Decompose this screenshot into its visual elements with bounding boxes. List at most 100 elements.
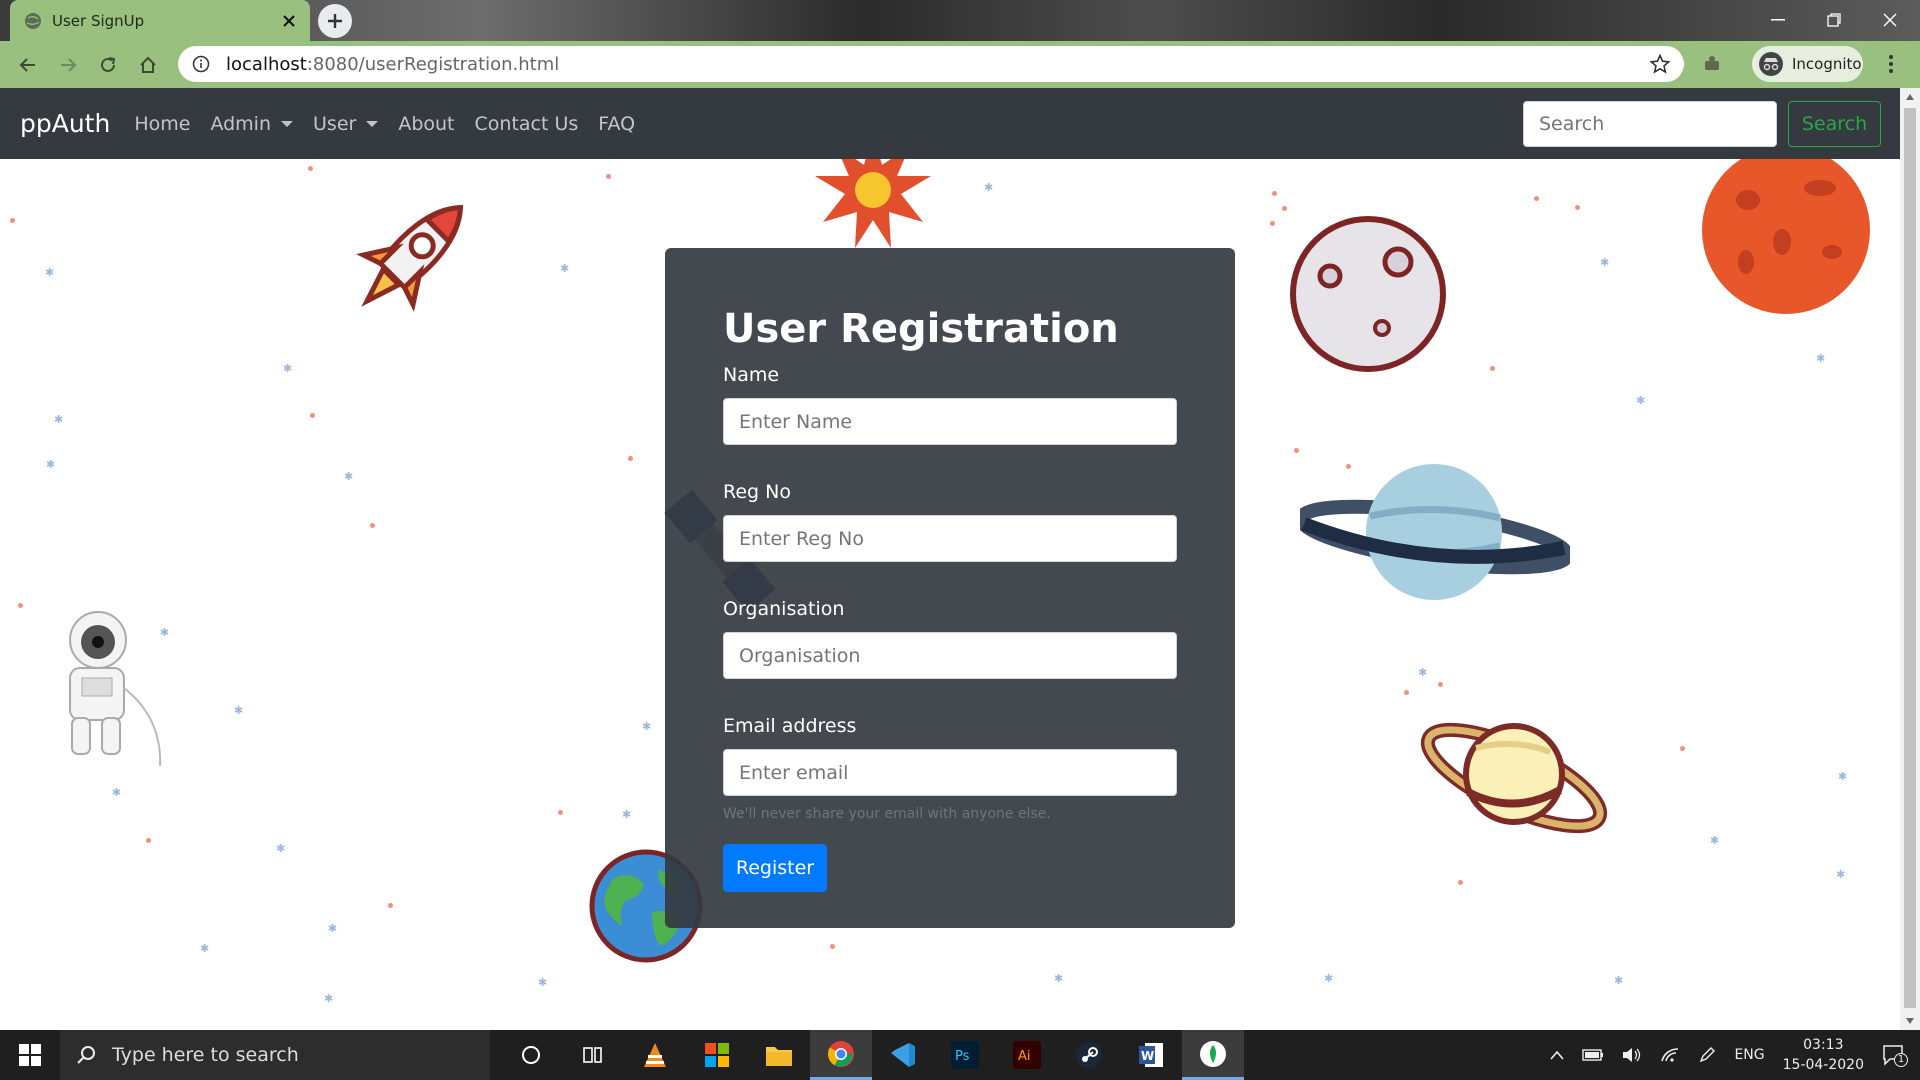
extension-icon[interactable] (1702, 54, 1722, 74)
bg-dot (370, 523, 375, 528)
task-view-icon[interactable] (562, 1030, 624, 1080)
page-scrollbar[interactable] (1900, 88, 1920, 1030)
tab-title: User SignUp (52, 11, 145, 30)
bg-dot (628, 456, 633, 461)
nav-dropdown-user[interactable]: User (313, 112, 379, 135)
bg-star: ✱ (560, 262, 570, 275)
back-button[interactable] (8, 45, 48, 85)
system-tray: ENG 03:13 15-04-2020 1 (1550, 1030, 1920, 1080)
bg-dot (1294, 448, 1299, 453)
navbar-brand[interactable]: ppAuth (20, 109, 110, 138)
photoshop-icon[interactable]: Ps (934, 1030, 996, 1080)
clock[interactable]: 03:13 15-04-2020 (1783, 1035, 1864, 1075)
bg-star: ✱ (112, 786, 122, 799)
navbar-search-button[interactable]: Search (1788, 101, 1881, 147)
chevron-up-icon[interactable] (1550, 1050, 1565, 1060)
bg-star: ✱ (283, 362, 293, 375)
nav-link-label: About (398, 112, 455, 135)
bg-star: ✱ (538, 976, 548, 989)
taskbar-search-box[interactable]: Type here to search (60, 1030, 490, 1080)
page-viewport: ✱ ✱ ✱ ✱ ✱ ✱ ✱ ✱ ✱ ✱ ✱ ✱ ✱ ✱ ✱ ✱ ✱ ✱ ✱ ✱ … (0, 88, 1900, 1030)
nav-dropdown-admin[interactable]: Admin (210, 113, 294, 135)
file-explorer-icon[interactable] (748, 1030, 810, 1080)
word-icon[interactable]: W (1120, 1030, 1182, 1080)
nav-link-label: User (313, 112, 357, 135)
caret-down-icon (281, 120, 294, 127)
bg-star: ✱ (642, 720, 652, 733)
incognito-icon (1758, 51, 1784, 77)
notification-count-badge: 1 (1894, 1053, 1908, 1067)
steam-icon[interactable] (1058, 1030, 1120, 1080)
cortana-icon[interactable] (500, 1030, 562, 1080)
bg-dot (1575, 205, 1580, 210)
regno-label: Reg No (723, 481, 791, 503)
saturn-illustration (1414, 708, 1614, 848)
close-window-button[interactable] (1870, 6, 1910, 34)
register-button[interactable]: Register (723, 844, 827, 892)
vlc-icon[interactable] (624, 1030, 686, 1080)
microsoft-store-icon[interactable] (686, 1030, 748, 1080)
wifi-icon[interactable] (1660, 1047, 1680, 1063)
browser-tab-strip: User SignUp (0, 0, 1920, 41)
incognito-profile-button[interactable]: Incognito (1752, 46, 1863, 82)
vscode-icon[interactable] (872, 1030, 934, 1080)
organisation-label: Organisation (723, 598, 845, 620)
pen-icon[interactable] (1698, 1046, 1716, 1064)
bg-star: ✱ (1838, 770, 1848, 783)
nav-link-label: Home (134, 112, 191, 135)
email-input[interactable] (723, 749, 1177, 796)
search-icon (76, 1045, 96, 1065)
bg-dot (10, 218, 15, 223)
forward-button[interactable] (48, 45, 88, 85)
bg-star: ✱ (1418, 666, 1428, 679)
chrome-icon[interactable] (810, 1030, 872, 1080)
bg-star: ✱ (1614, 974, 1624, 987)
new-tab-button[interactable] (318, 4, 352, 38)
bg-dot (1458, 880, 1463, 885)
clock-time: 03:13 (1803, 1037, 1844, 1053)
nav-link-about[interactable]: About (398, 113, 454, 135)
minimize-button[interactable] (1758, 6, 1798, 34)
volume-icon[interactable] (1622, 1047, 1642, 1063)
clock-date: 15-04-2020 (1782, 1057, 1864, 1073)
language-indicator[interactable]: ENG (1734, 1047, 1764, 1063)
bg-dot (1272, 191, 1277, 196)
bg-dot (1490, 366, 1495, 371)
battery-icon[interactable] (1582, 1049, 1604, 1061)
organisation-input[interactable] (723, 632, 1177, 679)
regno-input[interactable] (723, 515, 1177, 562)
address-bar[interactable]: localhost:8080/userRegistration.html (178, 46, 1684, 82)
bg-dot (1282, 206, 1287, 211)
bg-dot (830, 944, 835, 949)
mongodb-compass-icon[interactable] (1182, 1030, 1244, 1080)
browser-tab[interactable]: User SignUp (10, 0, 310, 41)
reload-button[interactable] (88, 45, 128, 85)
nav-link-home[interactable]: Home (134, 113, 190, 135)
bg-dot (558, 810, 563, 815)
bg-star: ✱ (200, 942, 210, 955)
bg-dot (388, 903, 393, 908)
moon-illustration (1288, 214, 1448, 374)
restore-button[interactable] (1814, 6, 1854, 34)
globe-icon (24, 12, 42, 30)
bg-star: ✱ (54, 413, 64, 426)
svg-text:Ai: Ai (1018, 1049, 1031, 1064)
bookmark-star-icon[interactable] (1650, 54, 1670, 74)
bg-star: ✱ (1600, 256, 1610, 269)
home-button[interactable] (128, 45, 168, 85)
bg-star: ✱ (1054, 972, 1064, 985)
nav-link-label: FAQ (598, 112, 636, 135)
name-input[interactable] (723, 398, 1177, 445)
navbar-search-input[interactable] (1523, 101, 1777, 147)
close-tab-icon[interactable] (282, 14, 296, 28)
info-icon[interactable] (192, 55, 210, 73)
illustrator-icon[interactable]: Ai (996, 1030, 1058, 1080)
email-label: Email address (723, 715, 857, 737)
menu-kebab-icon[interactable] (1888, 54, 1894, 74)
notification-center-icon[interactable]: 1 (1882, 1044, 1908, 1067)
nav-link-contact[interactable]: Contact Us (475, 113, 579, 135)
windows-start-button[interactable] (0, 1030, 60, 1080)
bg-star: ✱ (1836, 868, 1846, 881)
nav-link-faq[interactable]: FAQ (598, 113, 635, 135)
bg-dot (1270, 221, 1275, 226)
